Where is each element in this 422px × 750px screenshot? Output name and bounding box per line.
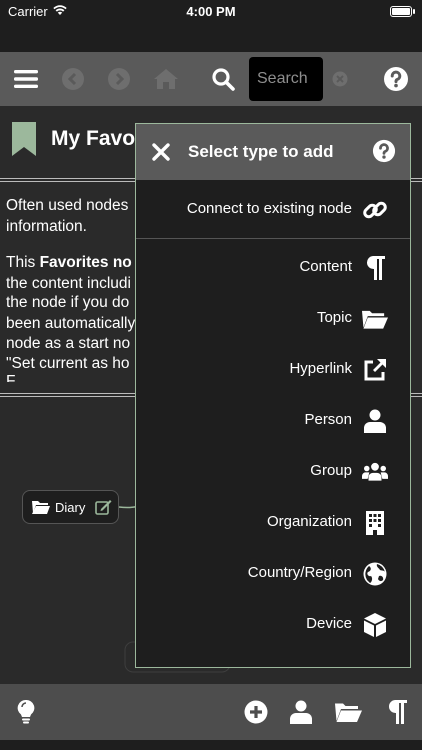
clear-search-button[interactable] (326, 65, 354, 93)
dialog-divider (136, 238, 410, 239)
folder-icon (362, 306, 388, 332)
option-label: Hyperlink (289, 360, 352, 377)
desc-line-2: information. (6, 218, 87, 235)
globe-icon (362, 561, 388, 587)
paragraph-icon (362, 255, 388, 281)
add-topic-option[interactable]: Topic (136, 294, 410, 344)
search-input[interactable]: Search (249, 57, 323, 101)
tips-button[interactable] (11, 697, 41, 727)
back-button[interactable] (59, 65, 87, 93)
desc-line-8: "Set current as ho (6, 355, 130, 372)
add-country-region-option[interactable]: Country/Region (136, 549, 410, 599)
help-circle-icon[interactable] (372, 139, 396, 163)
add-organization-option[interactable]: Organization (136, 498, 410, 548)
cube-icon (362, 612, 388, 638)
close-icon[interactable] (152, 143, 170, 161)
folder-icon (334, 703, 362, 722)
connect-existing-node-option[interactable]: Connect to existing node (136, 185, 410, 235)
folder-icon (32, 501, 50, 514)
menu-button[interactable] (12, 65, 40, 93)
home-button[interactable] (152, 65, 180, 93)
clock: 4:00 PM (186, 4, 236, 19)
option-label: Person (304, 411, 352, 428)
option-label: Organization (266, 513, 352, 530)
paragraph-icon (388, 700, 407, 724)
desc-line-9: F (6, 373, 16, 382)
page-title: My Favor (51, 127, 144, 150)
desc-line-4: the content includi (6, 275, 131, 292)
add-device-option[interactable]: Device (136, 600, 410, 650)
plus-circle-icon (244, 700, 268, 724)
person-icon (362, 408, 388, 434)
add-hyperlink-option[interactable]: Hyperlink (136, 345, 410, 395)
search-button[interactable] (209, 65, 237, 93)
add-button[interactable] (241, 697, 271, 727)
add-group-option[interactable]: Group (136, 447, 410, 497)
group-icon (362, 459, 388, 485)
option-label: Country/Region (247, 564, 352, 581)
desc-line-5: the node if you do (6, 294, 130, 311)
content-button[interactable] (382, 697, 412, 727)
forward-button[interactable] (105, 65, 133, 93)
graph-node-diary[interactable]: Diary (22, 490, 119, 524)
bookmark-icon (12, 122, 36, 156)
desc-line-3: This Favorites no (6, 254, 132, 271)
search-icon (212, 68, 235, 91)
desc-line-7: node as a start no (6, 335, 131, 352)
edit-icon[interactable] (95, 499, 112, 515)
option-label: Group (310, 462, 352, 479)
home-icon (154, 69, 178, 89)
search-placeholder: Search (257, 70, 308, 87)
back-circle-icon (62, 68, 84, 90)
forward-circle-icon (108, 68, 130, 90)
home-indicator-area (0, 740, 422, 750)
battery-icon (390, 6, 415, 17)
desc-line-1: Often used nodes (6, 197, 129, 214)
hamburger-icon (14, 70, 38, 88)
people-button[interactable] (286, 697, 316, 727)
add-node-dialog: Select type to add Connect to existing n… (135, 123, 411, 668)
status-bar: Carrier 4:00 PM (0, 0, 422, 26)
clear-circle-icon (332, 71, 348, 87)
topics-button[interactable] (333, 697, 363, 727)
graph-node-label: Diary (55, 500, 86, 515)
add-content-option[interactable]: Content (136, 243, 410, 293)
bottom-toolbar (0, 684, 422, 740)
dialog-header: Select type to add (136, 124, 410, 180)
help-circle-icon (384, 67, 408, 91)
option-label: Topic (316, 309, 352, 326)
person-icon (290, 700, 312, 724)
option-label: Connect to existing node (186, 200, 352, 217)
main-toolbar (0, 52, 422, 106)
add-person-option[interactable]: Person (136, 396, 410, 446)
lightbulb-icon (17, 700, 35, 724)
option-label: Device (306, 615, 352, 632)
external-link-icon (362, 357, 388, 383)
dialog-title: Select type to add (188, 142, 334, 161)
desc-line-6: been automatically (6, 315, 136, 332)
building-icon (362, 510, 388, 536)
link-icon (362, 197, 388, 223)
help-button[interactable] (382, 65, 410, 93)
top-spacer (0, 26, 422, 52)
option-label: Content (299, 258, 352, 275)
